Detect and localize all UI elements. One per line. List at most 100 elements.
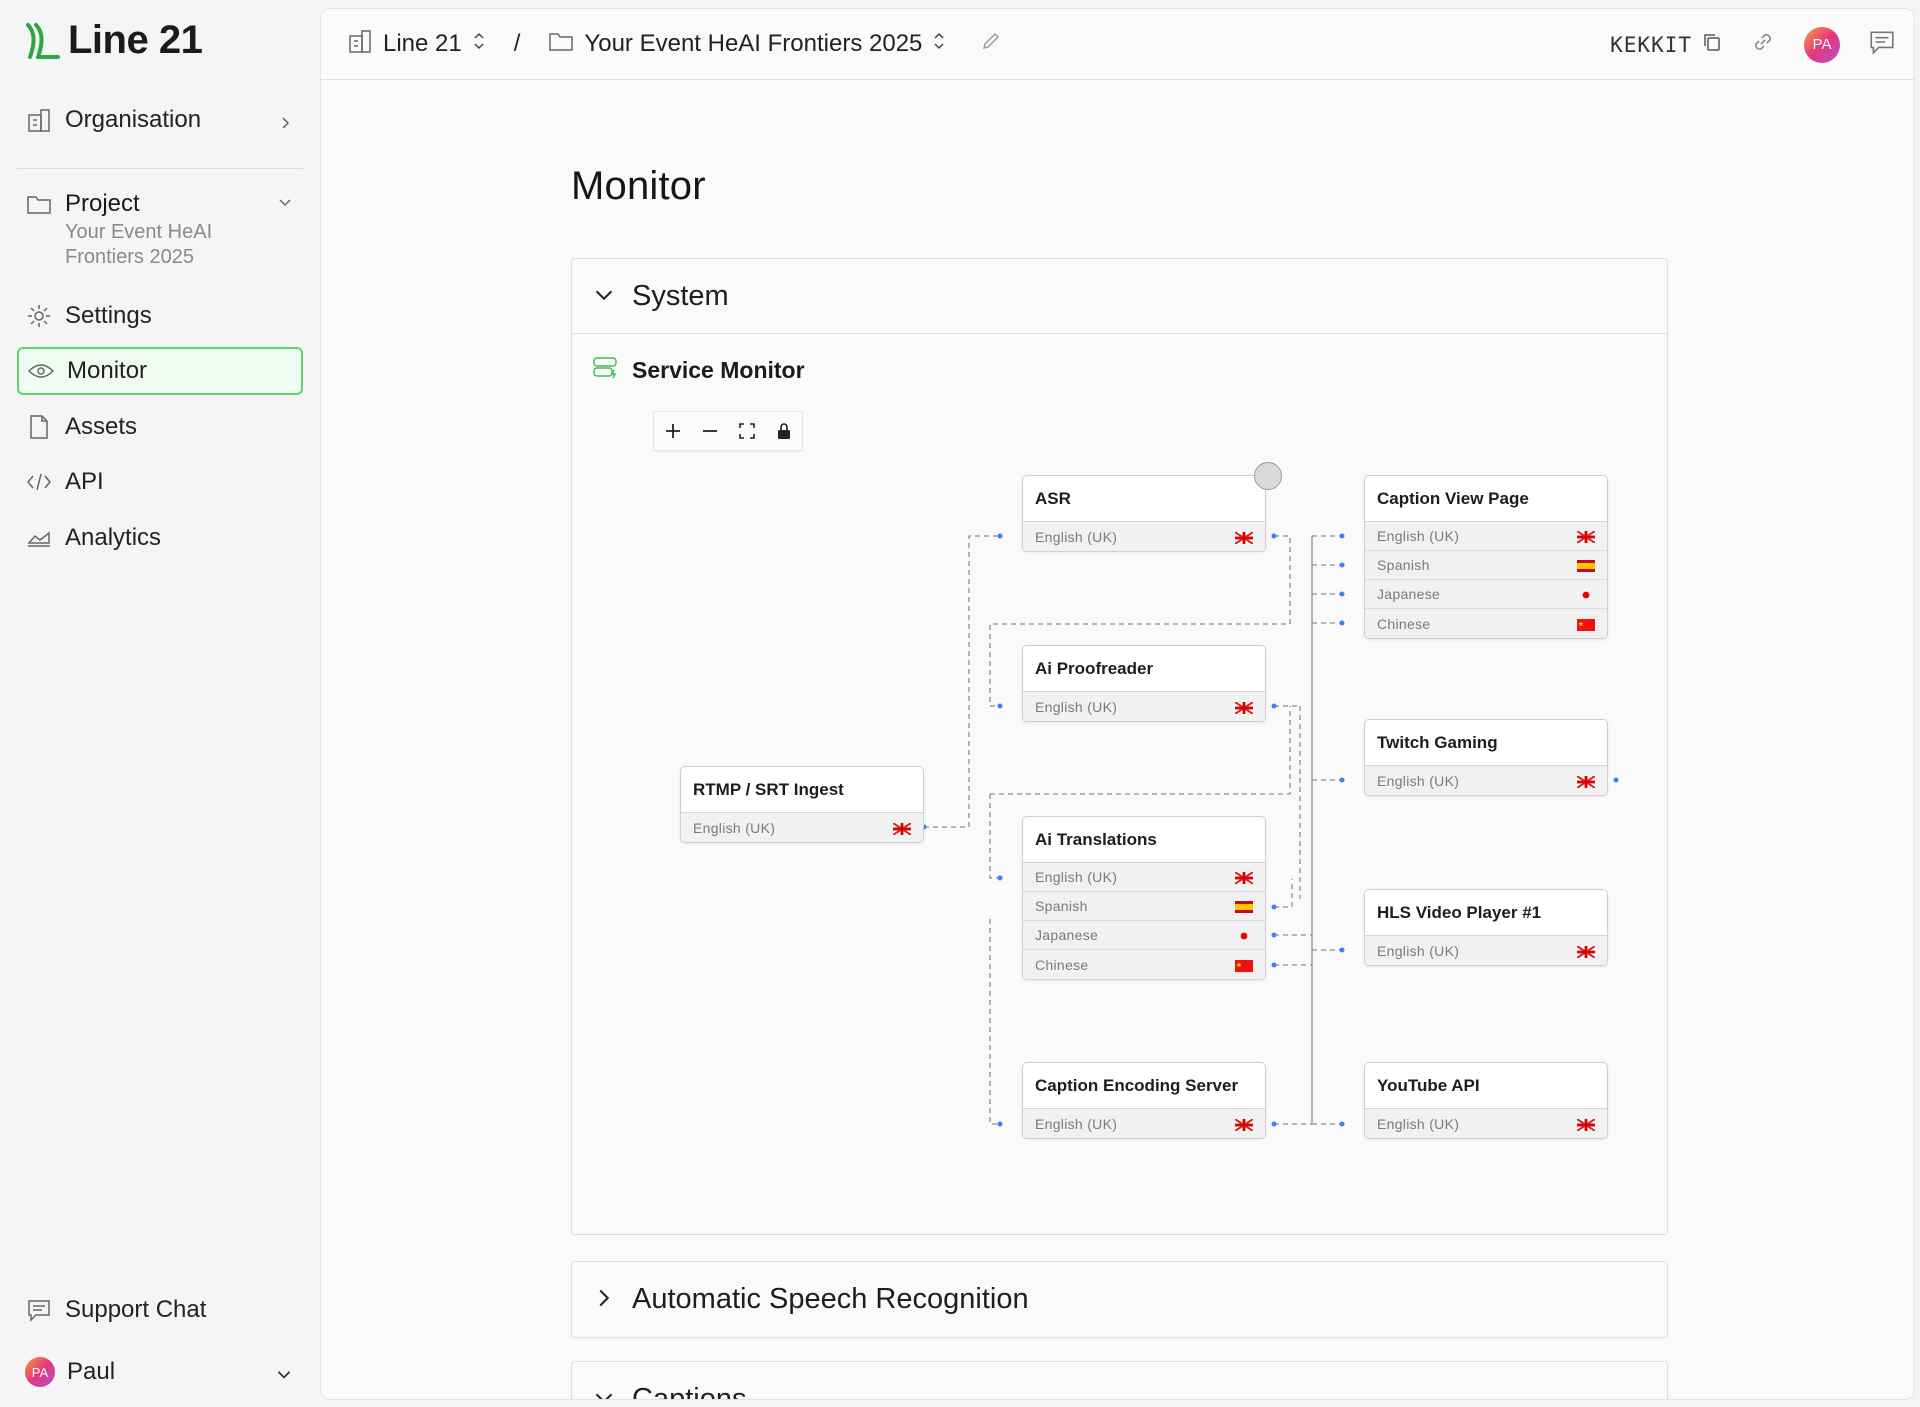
sidebar-item-organisation[interactable]: Organisation [17, 96, 303, 144]
node-youtube-api[interactable]: YouTube API English (UK) [1364, 1062, 1608, 1139]
node-row-label: Spanish [1035, 898, 1088, 914]
chevron-updown-icon[interactable] [472, 30, 486, 58]
node-row-label: English (UK) [1035, 698, 1118, 715]
copy-icon[interactable] [1702, 32, 1722, 57]
node-title: Ai Translations [1023, 817, 1265, 863]
sidebar-item-label: API [65, 468, 104, 495]
system-header[interactable]: System [572, 259, 1667, 333]
sidebar-project[interactable]: Project Your Event HeAI Frontiers 2025 [17, 190, 303, 270]
top-bar-actions: KEKKIT PA [1610, 9, 1896, 80]
node-row: Spanish [1365, 551, 1607, 580]
building-icon [25, 106, 53, 134]
node-ai-proofreader[interactable]: Ai Proofreader English (UK) [1022, 645, 1266, 722]
node-row-label: Japanese [1377, 586, 1441, 602]
chevron-down-icon[interactable] [277, 194, 293, 215]
asr-header[interactable]: Automatic Speech Recognition [572, 1262, 1667, 1336]
asr-card: Automatic Speech Recognition [571, 1261, 1668, 1338]
sidebar-item-monitor[interactable]: Monitor [17, 347, 303, 395]
section-title: Captions [632, 1382, 747, 1400]
page-title: Monitor [571, 164, 706, 208]
flag-uk-icon [1576, 530, 1596, 544]
node-row: Chinese [1023, 950, 1265, 979]
avatar: PA [25, 1357, 55, 1387]
lock-icon[interactable] [772, 419, 796, 443]
node-row-label: Chinese [1377, 615, 1431, 632]
node-twitch-gaming[interactable]: Twitch Gaming English (UK) [1364, 719, 1608, 796]
chevron-updown-icon[interactable] [932, 30, 946, 58]
chevron-right-icon [277, 110, 293, 138]
breadcrumb-project[interactable]: Your Event HeAI Frontiers 2025 [584, 30, 922, 58]
node-rtmp-ingest[interactable]: RTMP / SRT Ingest English (UK) [680, 766, 924, 843]
captions-header[interactable]: Captions [572, 1362, 1667, 1400]
chat-icon[interactable] [1868, 29, 1896, 60]
project-label: Project [65, 190, 140, 217]
building-icon [347, 28, 373, 61]
avatar[interactable]: PA [1804, 26, 1840, 63]
flag-es-icon [1577, 559, 1595, 572]
node-row: English (UK) [681, 813, 923, 842]
sidebar-divider [17, 168, 303, 169]
flag-uk-icon [892, 821, 912, 836]
node-ai-translations[interactable]: Ai Translations English (UK) Spanish Jap… [1022, 816, 1266, 980]
fit-view-icon[interactable] [735, 419, 759, 443]
flag-uk-icon [1234, 530, 1254, 545]
node-row: Japanese [1365, 580, 1607, 609]
project-code[interactable]: KEKKIT [1610, 32, 1722, 57]
chat-icon [25, 1296, 53, 1324]
service-monitor-title: Service Monitor [592, 355, 805, 385]
zoom-out-icon[interactable] [698, 419, 722, 443]
folder-icon [25, 190, 53, 218]
node-row: Spanish [1023, 892, 1265, 921]
node-title: HLS Video Player #1 [1365, 890, 1607, 936]
node-row-label: English (UK) [1035, 1115, 1118, 1132]
node-title: Caption View Page [1365, 476, 1607, 522]
node-title: ASR [1023, 476, 1265, 522]
node-row-label: English (UK) [1377, 528, 1460, 544]
node-row: English (UK) [1023, 692, 1265, 721]
zoom-in-icon[interactable] [661, 419, 685, 443]
user-menu[interactable]: PA Paul [17, 1348, 303, 1396]
node-caption-encoding-server[interactable]: Caption Encoding Server English (UK) [1022, 1062, 1266, 1139]
flag-es-icon [1235, 900, 1253, 913]
flag-uk-icon [1576, 1117, 1596, 1132]
node-row: English (UK) [1023, 1109, 1265, 1138]
sidebar-item-support-chat[interactable]: Support Chat [17, 1286, 303, 1334]
captions-card: Captions [571, 1361, 1668, 1400]
gear-icon [25, 302, 53, 330]
node-caption-view-page[interactable]: Caption View Page English (UK) Spanish J… [1364, 475, 1608, 639]
flag-uk-icon [1234, 871, 1254, 885]
node-title: RTMP / SRT Ingest [681, 767, 923, 813]
node-row-label: Japanese [1035, 927, 1099, 943]
sidebar-item-label: Organisation [65, 106, 202, 133]
node-row-label: English (UK) [1377, 772, 1460, 789]
service-monitor-label: Service Monitor [632, 356, 805, 383]
chevron-down-icon [594, 280, 614, 313]
node-row-label: English (UK) [1377, 942, 1460, 959]
pencil-icon[interactable] [980, 30, 1002, 59]
chevron-down-icon [275, 1362, 293, 1390]
flag-jp-icon [1577, 588, 1595, 601]
node-asr[interactable]: ASR English (UK) [1022, 475, 1266, 552]
sidebar-item-api[interactable]: API [17, 458, 303, 506]
node-row-label: English (UK) [1035, 869, 1118, 885]
sidebar-item-settings[interactable]: Settings [17, 292, 303, 340]
flag-cn-icon [1235, 959, 1253, 972]
sidebar: Line 21 Organisation Project Your Event … [0, 0, 318, 1407]
flag-jp-icon [1235, 929, 1253, 942]
node-row: English (UK) [1365, 936, 1607, 965]
node-hls-video-player[interactable]: HLS Video Player #1 English (UK) [1364, 889, 1608, 966]
sidebar-item-analytics[interactable]: Analytics [17, 514, 303, 562]
flag-uk-icon [1576, 944, 1596, 959]
sidebar-item-assets[interactable]: Assets [17, 403, 303, 451]
eye-icon [27, 357, 55, 385]
breadcrumb-org[interactable]: Line 21 [383, 30, 462, 58]
flag-uk-icon [1234, 700, 1254, 715]
node-row: Chinese [1365, 609, 1607, 638]
app-logo[interactable]: Line 21 [24, 18, 203, 63]
chart-area-icon [25, 524, 53, 552]
sidebar-item-label: Settings [65, 302, 152, 329]
link-icon[interactable] [1750, 29, 1776, 60]
node-row-label: English (UK) [1035, 528, 1118, 545]
chevron-down-icon [594, 1383, 614, 1399]
section-title: System [632, 279, 729, 312]
